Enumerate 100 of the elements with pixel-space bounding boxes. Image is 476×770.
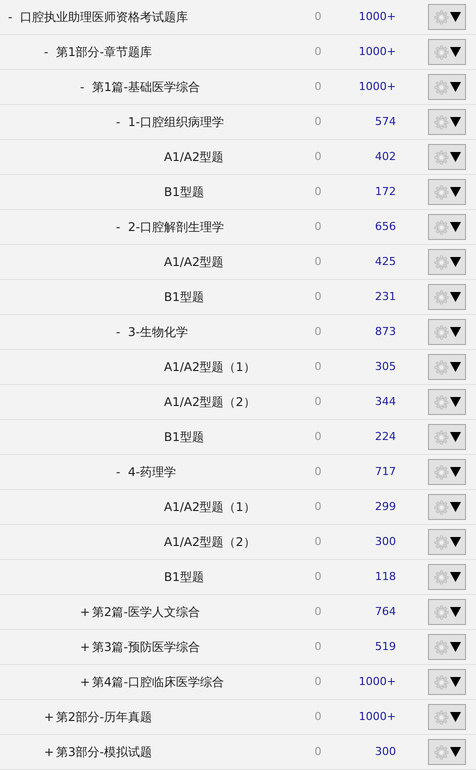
tree-row[interactable]: A1/A2型题（1） 0 299 — [0, 490, 476, 525]
tree-row[interactable]: + 第3部分-模拟试题 0 300 — [0, 735, 476, 770]
total-count: 224 — [375, 428, 396, 445]
tree-row[interactable]: A1/A2型题 0 425 — [0, 245, 476, 280]
settings-dropdown-button[interactable] — [428, 634, 466, 660]
tree-row[interactable]: + 第3篇-预防医学综合 0 519 — [0, 630, 476, 665]
settings-dropdown-button[interactable] — [428, 424, 466, 450]
node-title[interactable]: B1型题 — [164, 288, 204, 306]
node-title[interactable]: B1型题 — [164, 183, 204, 201]
node-title[interactable]: 第2部分-历年真题 — [56, 708, 152, 726]
settings-dropdown-button[interactable] — [428, 459, 466, 485]
node-title[interactable]: 1-口腔组织病理学 — [128, 113, 224, 131]
gear-icon — [434, 10, 448, 24]
tree-row[interactable]: - 第1篇-基础医学综合 0 1000+ — [0, 70, 476, 105]
done-count: 0 — [314, 148, 322, 165]
tree-row[interactable]: - 口腔执业助理医师资格考试题库 0 1000+ — [0, 0, 476, 35]
toggle-sign[interactable]: + — [44, 710, 54, 724]
toggle-sign[interactable]: + — [80, 675, 90, 689]
gear-icon — [434, 464, 448, 480]
settings-dropdown-button[interactable] — [428, 529, 466, 555]
settings-dropdown-button[interactable] — [428, 739, 466, 765]
toggle-sign[interactable]: + — [80, 605, 90, 619]
node-title[interactable]: 第1篇-基础医学综合 — [92, 78, 200, 96]
toggle-sign[interactable]: - — [8, 10, 12, 24]
node-title[interactable]: 第3篇-预防医学综合 — [92, 638, 200, 656]
settings-dropdown-button[interactable] — [428, 144, 466, 170]
node-title[interactable]: A1/A2型题（2） — [164, 533, 256, 551]
tree-row[interactable]: - 3-生物化学 0 873 — [0, 315, 476, 350]
toggle-sign[interactable]: + — [44, 745, 54, 759]
total-count: 1000+ — [358, 44, 396, 60]
toggle-sign[interactable]: - — [116, 220, 120, 234]
dropdown-caret-icon — [450, 747, 460, 757]
tree-row[interactable]: A1/A2型题（2） 0 344 — [0, 385, 476, 420]
toggle-sign[interactable]: - — [116, 115, 120, 129]
tree-row[interactable]: - 4-药理学 0 717 — [0, 455, 476, 490]
node-title[interactable]: 第4篇-口腔临床医学综合 — [92, 673, 224, 691]
node-title[interactable]: B1型题 — [164, 428, 204, 446]
settings-dropdown-button[interactable] — [428, 284, 466, 310]
gear-icon — [434, 744, 448, 760]
node-title[interactable]: A1/A2型题（1） — [164, 498, 256, 516]
tree-row[interactable]: A1/A2型题（2） 0 300 — [0, 525, 476, 560]
tree-row[interactable]: - 2-口腔解剖生理学 0 656 — [0, 210, 476, 245]
dropdown-caret-icon — [450, 187, 460, 197]
total-count: 300 — [375, 744, 396, 760]
done-count: 0 — [314, 604, 322, 620]
tree-row[interactable]: A1/A2型题（1） 0 305 — [0, 350, 476, 385]
tree-row[interactable]: + 第2篇-医学人文综合 0 764 — [0, 595, 476, 630]
settings-dropdown-button[interactable] — [428, 319, 466, 345]
settings-dropdown-button[interactable] — [428, 39, 466, 65]
node-title[interactable]: B1型题 — [164, 568, 204, 586]
node-title[interactable]: 第2篇-医学人文综合 — [92, 603, 200, 621]
settings-dropdown-button[interactable] — [428, 389, 466, 415]
tree-row[interactable]: - 第1部分-章节题库 0 1000+ — [0, 35, 476, 70]
node-title[interactable]: 第3部分-模拟试题 — [56, 743, 152, 761]
node-title[interactable]: 3-生物化学 — [128, 323, 188, 341]
total-count: 717 — [375, 464, 396, 480]
settings-dropdown-button[interactable] — [428, 4, 466, 30]
node-title[interactable]: A1/A2型题 — [164, 148, 224, 166]
node-title[interactable]: 2-口腔解剖生理学 — [128, 218, 224, 236]
settings-dropdown-button[interactable] — [428, 494, 466, 520]
total-count: 299 — [375, 498, 396, 515]
tree-row[interactable]: - 1-口腔组织病理学 0 574 — [0, 105, 476, 140]
toggle-sign[interactable]: - — [116, 465, 120, 479]
node-title[interactable]: A1/A2型题（2） — [164, 393, 256, 411]
tree-row[interactable]: B1型题 0 231 — [0, 280, 476, 315]
tree-row[interactable]: B1型题 0 224 — [0, 420, 476, 455]
total-count: 425 — [375, 254, 396, 270]
total-count: 1000+ — [358, 674, 396, 690]
settings-dropdown-button[interactable] — [428, 74, 466, 100]
toggle-sign[interactable]: - — [44, 45, 48, 59]
node-title[interactable]: 第1部分-章节题库 — [56, 43, 152, 61]
done-count: 0 — [314, 254, 322, 270]
settings-dropdown-button[interactable] — [428, 564, 466, 590]
total-count: 574 — [375, 114, 396, 130]
done-count: 0 — [314, 324, 322, 340]
done-count: 0 — [314, 638, 322, 655]
toggle-sign[interactable]: - — [116, 325, 120, 339]
node-title[interactable]: A1/A2型题（1） — [164, 358, 256, 376]
total-count: 402 — [375, 148, 396, 165]
dropdown-caret-icon — [450, 362, 460, 372]
tree-row[interactable]: B1型题 0 118 — [0, 560, 476, 595]
settings-dropdown-button[interactable] — [428, 109, 466, 135]
toggle-sign[interactable]: + — [80, 640, 90, 654]
settings-dropdown-button[interactable] — [428, 704, 466, 730]
toggle-sign[interactable]: - — [80, 80, 84, 94]
tree-row[interactable]: B1型题 0 172 — [0, 175, 476, 210]
settings-dropdown-button[interactable] — [428, 669, 466, 695]
done-count: 0 — [314, 708, 322, 725]
node-title[interactable]: 口腔执业助理医师资格考试题库 — [20, 8, 188, 26]
tree-row[interactable]: A1/A2型题 0 402 — [0, 140, 476, 175]
tree-row[interactable]: + 第4篇-口腔临床医学综合 0 1000+ — [0, 665, 476, 700]
tree-row[interactable]: + 第2部分-历年真题 0 1000+ — [0, 700, 476, 735]
settings-dropdown-button[interactable] — [428, 179, 466, 205]
settings-dropdown-button[interactable] — [428, 354, 466, 380]
node-title[interactable]: A1/A2型题 — [164, 253, 224, 271]
settings-dropdown-button[interactable] — [428, 214, 466, 240]
node-title[interactable]: 4-药理学 — [128, 463, 176, 481]
settings-dropdown-button[interactable] — [428, 249, 466, 275]
dropdown-caret-icon — [450, 432, 460, 442]
settings-dropdown-button[interactable] — [428, 599, 466, 625]
